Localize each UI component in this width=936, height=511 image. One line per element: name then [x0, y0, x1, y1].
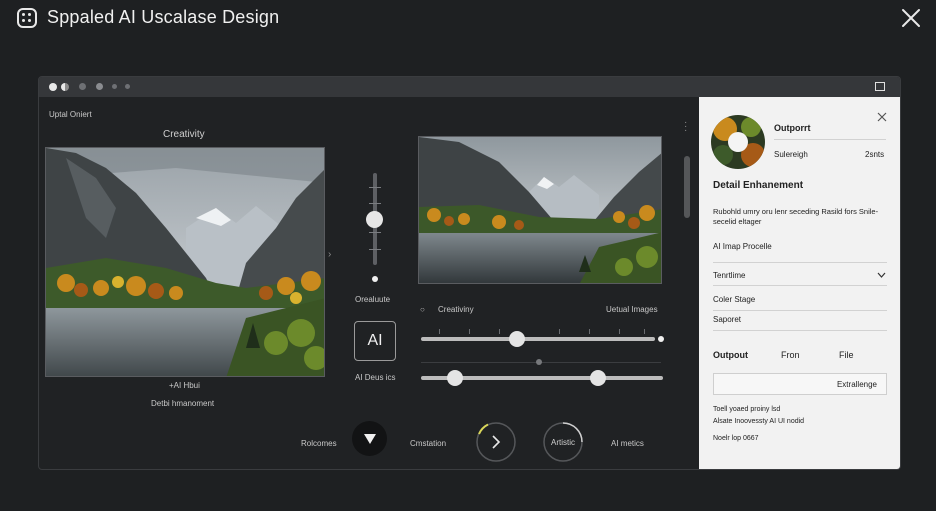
- slider-tick: [369, 203, 381, 204]
- title-bar: Sppaled AI Uscalase Design: [0, 0, 936, 38]
- progress-ring-icon: [476, 422, 516, 462]
- window-dot[interactable]: [79, 83, 86, 90]
- radio-icon[interactable]: ○: [420, 305, 425, 314]
- enhance-button[interactable]: Extrallenge: [713, 373, 887, 395]
- slider-tick: [619, 329, 620, 334]
- slider-tick: [559, 329, 560, 334]
- section-title: Detail Enhanement: [713, 180, 804, 191]
- images-label: Uetual Images: [606, 305, 658, 314]
- close-icon[interactable]: [900, 7, 922, 29]
- slider-tick: [469, 329, 470, 334]
- triangle-down-icon: [363, 433, 376, 444]
- panel-title: Outporrt: [774, 123, 811, 133]
- divider: [713, 262, 887, 263]
- output-panel: Outporrt Sulereigh 2snts Detail Enhaneme…: [699, 97, 900, 469]
- slider-tick: [369, 249, 381, 250]
- color-stage-item[interactable]: Coler Stage: [713, 295, 755, 304]
- section-description-2: secelid eltager: [713, 217, 762, 226]
- upload-label: Uptal Oniert: [49, 110, 92, 119]
- creativity-slider-track[interactable]: [421, 337, 655, 341]
- slider-end-dot: [658, 336, 664, 342]
- maximize-icon[interactable]: [875, 82, 885, 91]
- slider-tick: [589, 329, 590, 334]
- panel-sub-left: Sulereigh: [774, 150, 808, 159]
- window-dot[interactable]: [125, 84, 130, 89]
- more-vertical-icon[interactable]: · · ·: [684, 118, 687, 136]
- divider: [713, 330, 887, 331]
- divider: [713, 285, 887, 286]
- panel-sub-right: 2snts: [865, 150, 885, 159]
- output-label: Outpout: [713, 350, 748, 360]
- slider-tick: [439, 329, 440, 334]
- app-grid-icon: [17, 8, 37, 28]
- divider-dot: [536, 359, 542, 365]
- ai-button[interactable]: AI: [354, 321, 396, 361]
- app-title: Sppaled AI Uscalase Design: [47, 7, 280, 27]
- slider-label: Orealuute: [355, 295, 391, 304]
- scrollbar[interactable]: [684, 156, 690, 218]
- range-slider-knob-min[interactable]: [447, 370, 463, 386]
- note-3: Noelr lop 0667: [713, 435, 759, 442]
- artistic-label: Artistic: [551, 437, 575, 447]
- section-description: Rubohld umry oru lenr seceding Rasild fo…: [713, 207, 879, 216]
- ai-process-item[interactable]: AI Imap Procelle: [713, 242, 772, 251]
- window-dot[interactable]: [61, 83, 69, 91]
- tab-file[interactable]: File: [839, 350, 854, 360]
- slider-tick: [644, 329, 645, 334]
- editor-window: Uptal Oniert Creativity +AI Hbui Detbi h…: [38, 76, 901, 470]
- caption-detail: Detbi hmanoment: [151, 399, 215, 408]
- tab-from[interactable]: Fron: [781, 350, 800, 360]
- creativity-label: Creativity: [163, 129, 205, 140]
- note-1: Toell yoaed proiny lsd: [713, 406, 781, 413]
- cmstation-label: Cmstation: [410, 439, 447, 448]
- support-item[interactable]: Saporet: [713, 315, 741, 324]
- window-dot[interactable]: [112, 84, 117, 89]
- vertical-slider-knob[interactable]: [366, 211, 383, 228]
- enhanced-image: [418, 136, 662, 284]
- caption-ai: +AI Hbui: [169, 381, 200, 390]
- chevron-right-icon[interactable]: ›: [328, 249, 331, 260]
- enhance-button-label: Extrallenge: [836, 380, 877, 389]
- panel-close-icon[interactable]: [877, 112, 887, 122]
- creativity-slider-label: Creativiny: [438, 305, 474, 314]
- range-slider-knob-max[interactable]: [590, 370, 606, 386]
- slider-tick: [499, 329, 500, 334]
- ai-metics-label: AI metics: [611, 439, 644, 448]
- window-dot[interactable]: [49, 83, 57, 91]
- window-dot[interactable]: [96, 83, 103, 90]
- chevron-down-icon[interactable]: [877, 272, 886, 278]
- ai-caption: AI Deus ics: [355, 373, 396, 382]
- divider: [713, 310, 887, 311]
- next-button[interactable]: [475, 421, 517, 463]
- divider: [774, 139, 886, 140]
- timeline-dropdown[interactable]: Tenrtlime: [713, 271, 745, 280]
- rolcomes-label: Rolcomes: [301, 439, 337, 448]
- creativity-slider-knob[interactable]: [509, 331, 525, 347]
- window-toolbar: [39, 77, 900, 97]
- artistic-button[interactable]: Artistic: [542, 421, 584, 463]
- original-image: [45, 147, 325, 377]
- slider-tick: [369, 187, 381, 188]
- note-2: Alsate Inoovessty AI UI nodid: [713, 418, 805, 425]
- output-thumbnail: [711, 115, 765, 169]
- dropdown-button[interactable]: [352, 421, 387, 456]
- slider-indicator: [372, 276, 378, 282]
- slider-tick: [369, 232, 381, 233]
